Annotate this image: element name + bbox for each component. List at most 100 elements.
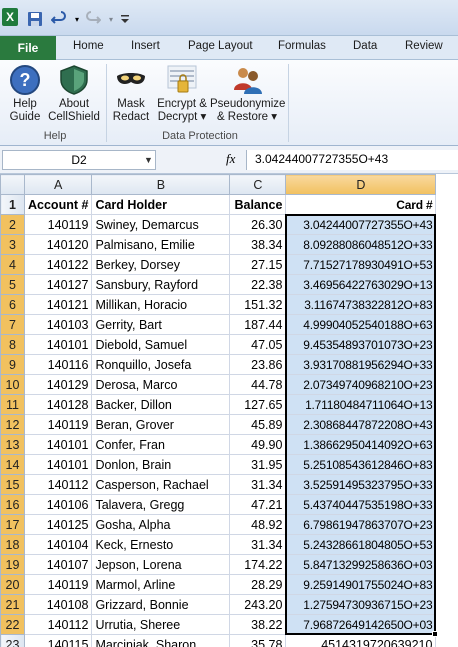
cell-card-holder[interactable]: Grizzard, Bonnie — [91, 594, 231, 615]
cell-card-holder[interactable]: Gosha, Alpha — [91, 514, 231, 535]
cell-balance[interactable]: 27.15 — [229, 254, 287, 275]
cell-card-holder[interactable]: Beran, Grover — [91, 414, 231, 435]
cell-card-holder[interactable]: Urrutia, Sheree — [91, 614, 231, 635]
cell-account-number[interactable]: 140116 — [23, 354, 93, 375]
cell-account-number[interactable]: 140106 — [23, 494, 93, 515]
chevron-down-icon[interactable]: ▼ — [144, 155, 153, 165]
mask-redact-button[interactable]: Mask Redact — [110, 64, 152, 124]
cell-card-holder[interactable]: Gerrity, Bart — [91, 314, 231, 335]
cell-card-holder[interactable]: Marciniak, Sharon — [91, 634, 231, 647]
cell-card-number-header[interactable]: Card # — [285, 194, 437, 215]
cell-card-holder[interactable]: Swiney, Demarcus — [91, 214, 231, 235]
row-header[interactable]: 2 — [0, 214, 25, 235]
column-header-c[interactable]: C — [229, 174, 287, 195]
row-header[interactable]: 1 — [0, 194, 25, 215]
insert-function-icon[interactable]: fx — [226, 151, 235, 167]
cell-balance[interactable]: 151.32 — [229, 294, 287, 315]
cell-account-number[interactable]: 140119 — [23, 414, 93, 435]
cell-account-number[interactable]: 140101 — [23, 434, 93, 455]
formula-input[interactable]: 3.04244007727355O+43 — [246, 150, 458, 170]
cell-account-number[interactable]: 140120 — [23, 234, 93, 255]
cell-account-number[interactable]: 140129 — [23, 374, 93, 395]
cell-balance[interactable]: 38.34 — [229, 234, 287, 255]
cell-card-number[interactable]: 5.43740447535198O+33 — [285, 494, 437, 515]
row-header[interactable]: 15 — [0, 474, 25, 495]
select-all-corner[interactable] — [0, 174, 25, 195]
cell-card-holder[interactable]: Backer, Dillon — [91, 394, 231, 415]
cell-balance[interactable]: 31.95 — [229, 454, 287, 475]
cell-card-holder[interactable]: Donlon, Brain — [91, 454, 231, 475]
cell-card-holder[interactable]: Casperson, Rachael — [91, 474, 231, 495]
fill-handle[interactable] — [431, 630, 438, 637]
cell-card-number[interactable]: 9.25914901755024O+83 — [285, 574, 437, 595]
cell-card-number[interactable]: 3.46956422763029O+13 — [285, 274, 437, 295]
cell-account-number[interactable]: 140122 — [23, 254, 93, 275]
row-header[interactable]: 21 — [0, 594, 25, 615]
cell-card-number[interactable]: 3.93170881956294O+33 — [285, 354, 437, 375]
tab-home[interactable]: Home — [73, 40, 104, 52]
row-header[interactable]: 17 — [0, 514, 25, 535]
cell-balance[interactable]: 38.22 — [229, 614, 287, 635]
cell-card-holder[interactable]: Keck, Ernesto — [91, 534, 231, 555]
cell-balance[interactable]: 187.44 — [229, 314, 287, 335]
row-header[interactable]: 23 — [0, 634, 25, 647]
customize-toolbar-icon[interactable] — [116, 10, 134, 28]
save-icon[interactable] — [26, 10, 44, 28]
cell-balance[interactable]: 48.92 — [229, 514, 287, 535]
tab-review[interactable]: Review — [405, 40, 443, 52]
cell-balance[interactable]: 31.34 — [229, 474, 287, 495]
cell-card-holder[interactable]: Millikan, Horacio — [91, 294, 231, 315]
cell-card-holder[interactable]: Marmol, Arline — [91, 574, 231, 595]
cell-account-number[interactable]: 140121 — [23, 294, 93, 315]
cell-balance[interactable]: 31.34 — [229, 534, 287, 555]
cell-account-number[interactable]: 140112 — [23, 614, 93, 635]
cell-account-number[interactable]: 140101 — [23, 454, 93, 475]
cell-card-number[interactable]: 3.04244007727355O+43 — [285, 214, 437, 235]
cell-balance-header[interactable]: Balance — [229, 194, 287, 215]
row-header[interactable]: 13 — [0, 434, 25, 455]
cell-balance[interactable]: 26.30 — [229, 214, 287, 235]
name-box[interactable]: D2 — [2, 150, 156, 170]
row-header[interactable]: 16 — [0, 494, 25, 515]
cell-card-number[interactable]: 5.84713299258636O+03 — [285, 554, 437, 575]
cell-card-number[interactable]: 2.30868447872208O+43 — [285, 414, 437, 435]
row-header[interactable]: 4 — [0, 254, 25, 275]
cell-balance[interactable]: 47.21 — [229, 494, 287, 515]
tab-data[interactable]: Data — [353, 40, 377, 52]
cell-account-number[interactable]: 140125 — [23, 514, 93, 535]
cell-account-number[interactable]: 140115 — [23, 634, 93, 647]
redo-icon[interactable] — [84, 10, 102, 28]
cell-card-number[interactable]: 2.07349740968210O+23 — [285, 374, 437, 395]
cell-card-number[interactable]: 6.79861947863707O+23 — [285, 514, 437, 535]
encrypt-decrypt-button[interactable]: Encrypt & Decrypt ▾ — [154, 64, 210, 124]
worksheet-grid[interactable]: A B C D 1 Account # Card Holder Balance … — [0, 174, 458, 647]
cell-balance[interactable]: 174.22 — [229, 554, 287, 575]
tab-formulas[interactable]: Formulas — [278, 40, 326, 52]
cell-card-holder[interactable]: Confer, Fran — [91, 434, 231, 455]
row-header[interactable]: 20 — [0, 574, 25, 595]
cell-card-number[interactable]: 8.09288086048512O+33 — [285, 234, 437, 255]
cell-account-header[interactable]: Account # — [23, 194, 93, 215]
cell-balance[interactable]: 45.89 — [229, 414, 287, 435]
cell-balance[interactable]: 243.20 — [229, 594, 287, 615]
cell-card-holder[interactable]: Jepson, Lorena — [91, 554, 231, 575]
cell-account-number[interactable]: 140107 — [23, 554, 93, 575]
cell-account-number[interactable]: 140103 — [23, 314, 93, 335]
row-header[interactable]: 6 — [0, 294, 25, 315]
tab-page-layout[interactable]: Page Layout — [188, 40, 253, 52]
cell-card-number[interactable]: 4.99904052540188O+63 — [285, 314, 437, 335]
cell-account-number[interactable]: 140128 — [23, 394, 93, 415]
row-header[interactable]: 10 — [0, 374, 25, 395]
cell-balance[interactable]: 28.29 — [229, 574, 287, 595]
cell-card-holder[interactable]: Palmisano, Emilie — [91, 234, 231, 255]
cell-card-holder[interactable]: Talavera, Gregg — [91, 494, 231, 515]
cell-balance[interactable]: 127.65 — [229, 394, 287, 415]
row-header[interactable]: 11 — [0, 394, 25, 415]
undo-icon[interactable] — [50, 10, 68, 28]
cell-card-holder[interactable]: Berkey, Dorsey — [91, 254, 231, 275]
tab-file[interactable]: File — [0, 36, 56, 60]
cell-card-holder-header[interactable]: Card Holder — [91, 194, 231, 215]
help-guide-button[interactable]: ? Help Guide — [6, 64, 44, 124]
row-header[interactable]: 22 — [0, 614, 25, 635]
column-header-d[interactable]: D — [285, 174, 437, 195]
